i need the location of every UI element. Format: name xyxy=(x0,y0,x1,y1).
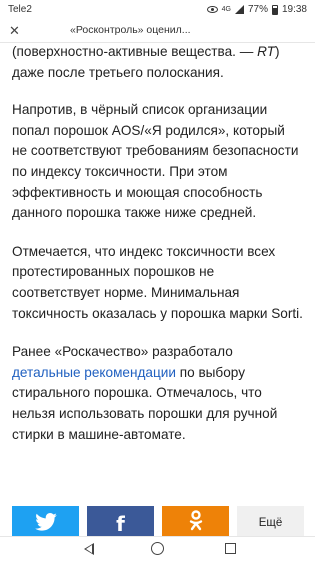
close-icon[interactable]: ✕ xyxy=(9,23,20,39)
status-bar: Tele2 4G 77% 19:38 xyxy=(0,0,315,20)
status-icons: 4G 77% 19:38 xyxy=(206,4,307,15)
facebook-share-button[interactable]: f xyxy=(87,506,154,536)
source-abbreviation: RT xyxy=(257,44,275,59)
odnoklassniki-share-button[interactable] xyxy=(162,506,229,536)
clock: 19:38 xyxy=(281,4,307,15)
system-nav-bar xyxy=(0,536,315,561)
article-paragraph: Напротив, в чёрный список организации по… xyxy=(12,102,299,221)
back-icon[interactable] xyxy=(84,543,94,555)
browser-title-bar: ✕ «Росконтроль» оценил... xyxy=(0,20,315,43)
odnoklassniki-icon xyxy=(189,510,202,531)
article-body: (поверхностно-активные вещества. — RT) д… xyxy=(12,42,303,463)
battery-percent: 77% xyxy=(247,4,268,15)
more-share-label: Ещё xyxy=(258,517,283,529)
article-paragraph: Отмечается, что индекс токсичности всех … xyxy=(12,243,303,321)
recent-apps-icon[interactable] xyxy=(225,543,236,554)
signal-icon xyxy=(234,5,244,14)
twitter-icon xyxy=(34,513,57,531)
network-type: 4G xyxy=(221,6,231,13)
eye-icon xyxy=(206,6,218,13)
battery-icon xyxy=(271,4,278,15)
page-title[interactable]: «Росконтроль» оценил... xyxy=(70,24,191,36)
share-bar: f Ещё xyxy=(12,506,304,536)
recommendations-link[interactable]: детальные рекомендации xyxy=(12,365,176,380)
article-paragraph: Ранее «Роскачество» разработало детальны… xyxy=(12,344,278,442)
carrier-name: Tele2 xyxy=(8,4,32,15)
home-icon[interactable] xyxy=(151,542,164,555)
twitter-share-button[interactable] xyxy=(12,506,79,536)
article-paragraph: (поверхностно-активные вещества. — RT) д… xyxy=(12,44,280,80)
more-share-button[interactable]: Ещё xyxy=(237,506,304,536)
facebook-icon: f xyxy=(116,512,125,536)
